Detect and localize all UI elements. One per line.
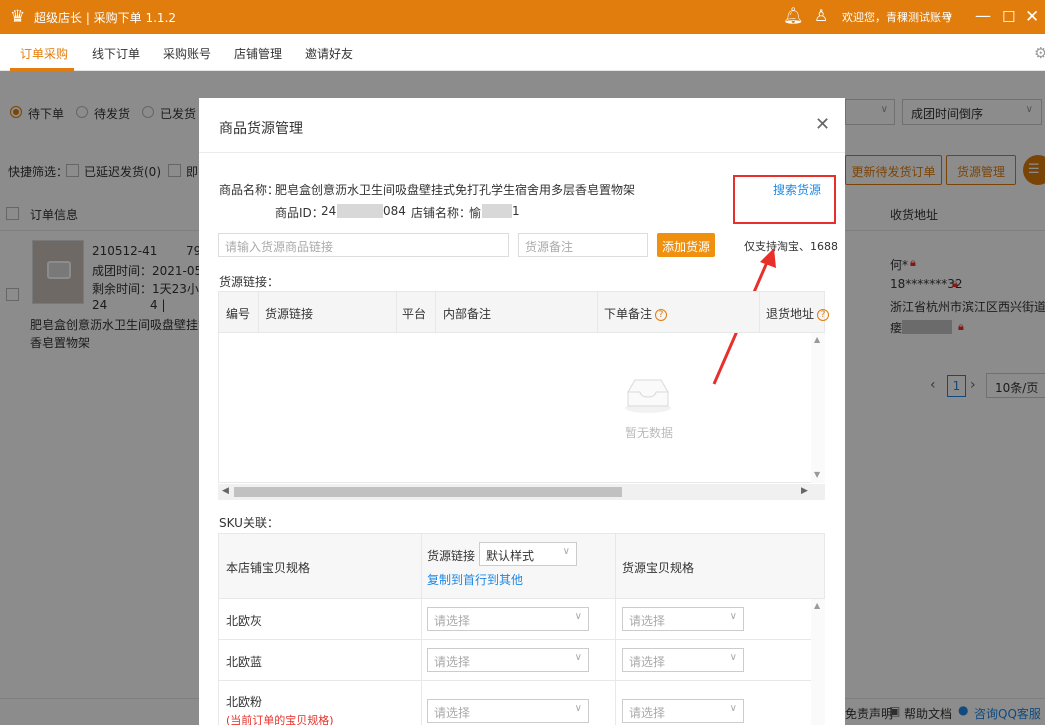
column-number: 编号 bbox=[226, 307, 251, 321]
help-icon[interactable]: ? bbox=[817, 308, 830, 321]
close-icon[interactable]: ✕ bbox=[815, 114, 830, 135]
source-note-input[interactable]: 货源备注 bbox=[518, 233, 648, 257]
redacted-block bbox=[482, 204, 512, 218]
column-return-address-label: 退货地址 bbox=[766, 307, 815, 321]
table-divider bbox=[258, 291, 259, 333]
sku-row-name: 北欧粉 bbox=[226, 695, 263, 709]
redacted-block bbox=[337, 204, 383, 218]
menu-purchase-accounts[interactable]: 采购账号 bbox=[163, 45, 211, 62]
source-links-label: 货源链接： bbox=[219, 275, 280, 289]
scroll-up-icon[interactable]: ▲ bbox=[814, 601, 820, 610]
chevron-down-icon: ∨ bbox=[729, 611, 737, 622]
select-placeholder: 请选择 bbox=[434, 706, 471, 720]
select-placeholder: 请选择 bbox=[629, 706, 666, 720]
table-divider bbox=[218, 639, 825, 640]
maximize-icon[interactable]: ☐ bbox=[1002, 8, 1015, 26]
chevron-down-icon: ∨ bbox=[574, 611, 582, 622]
empty-box-icon bbox=[625, 379, 671, 413]
shop-name-prefix: 愉 bbox=[469, 206, 482, 220]
title-bar: ♛ 超级店长 | 采购下单 1.1.2 🔔︎ ♙ 欢迎您，青稞测试账号 ∨ — … bbox=[0, 0, 1045, 34]
menu-order-purchase[interactable]: 订单采购 bbox=[20, 45, 68, 62]
select-placeholder: 请选择 bbox=[629, 655, 666, 669]
app-title: 超级店长 | 采购下单 1.1.2 bbox=[34, 11, 177, 25]
source-management-modal: 商品货源管理 ✕ 商品名称： 肥皂盒创意沥水卫生间吸盘壁挂式免打孔学生宿舍用多层… bbox=[199, 98, 845, 725]
default-style-select[interactable]: 默认样式 ∨ bbox=[479, 542, 577, 566]
column-sku-source-link: 货源链接 bbox=[427, 549, 476, 563]
sku-label: SKU关联： bbox=[219, 516, 279, 530]
chevron-down-icon: ∨ bbox=[729, 652, 737, 663]
table-divider bbox=[759, 291, 760, 333]
menu-shop-management[interactable]: 店铺管理 bbox=[234, 45, 282, 62]
chevron-down-icon: ∨ bbox=[562, 546, 570, 557]
scroll-down-icon[interactable]: ▼ bbox=[814, 470, 820, 479]
column-internal-note: 内部备注 bbox=[443, 307, 492, 321]
chevron-down-icon: ∨ bbox=[574, 703, 582, 714]
table-divider bbox=[435, 291, 436, 333]
copy-first-row-link[interactable]: 复制到首行到其他 bbox=[427, 571, 523, 588]
table-divider bbox=[396, 291, 397, 333]
current-spec-note: (当前订单的宝贝规格) bbox=[226, 714, 334, 725]
column-source-link: 货源链接 bbox=[265, 307, 314, 321]
select-placeholder: 请选择 bbox=[629, 614, 666, 628]
product-id-suffix: 084 bbox=[383, 204, 406, 218]
modal-header-divider bbox=[199, 152, 845, 153]
horizontal-scrollbar[interactable]: ◀ ▶ bbox=[218, 484, 825, 500]
sku-row-name: 北欧灰 bbox=[226, 614, 263, 628]
table-divider bbox=[218, 680, 825, 681]
search-source-link[interactable]: 搜索货源 bbox=[773, 181, 821, 198]
user-icon[interactable]: ♙ bbox=[814, 6, 828, 25]
source-link-input[interactable]: 请输入货源商品链接 bbox=[218, 233, 509, 257]
sku-source-spec-select[interactable]: 请选择 ∨ bbox=[622, 607, 744, 631]
minimize-icon[interactable]: — bbox=[975, 6, 991, 25]
settings-icon[interactable]: ⚙ bbox=[1034, 44, 1045, 62]
menu-invite-friends[interactable]: 邀请好友 bbox=[305, 45, 353, 62]
column-platform: 平台 bbox=[402, 307, 427, 321]
chevron-down-icon[interactable]: ∨ bbox=[945, 10, 953, 23]
shop-name-suffix: 1 bbox=[512, 204, 520, 218]
crown-icon: ♛ bbox=[10, 7, 26, 27]
shop-name-label: 店铺名称： bbox=[411, 206, 472, 220]
sku-source-spec-select[interactable]: 请选择 ∨ bbox=[622, 648, 744, 672]
column-return-address: 退货地址? bbox=[766, 305, 830, 322]
column-shop-spec: 本店铺宝贝规格 bbox=[226, 561, 311, 575]
sku-row-name: 北欧蓝 bbox=[226, 655, 263, 669]
help-icon[interactable]: ? bbox=[655, 308, 668, 321]
close-icon[interactable]: ✕ bbox=[1025, 7, 1039, 27]
sku-source-link-select[interactable]: 请选择 ∨ bbox=[427, 699, 589, 723]
scroll-right-icon[interactable]: ▶ bbox=[801, 486, 808, 496]
sku-source-spec-select[interactable]: 请选择 ∨ bbox=[622, 699, 744, 723]
product-id-prefix: 24 bbox=[321, 204, 337, 218]
empty-state-text: 暂无数据 bbox=[625, 426, 674, 440]
product-id-label: 商品ID： bbox=[275, 206, 324, 220]
scroll-left-icon[interactable]: ◀ bbox=[222, 486, 229, 496]
scroll-up-icon[interactable]: ▲ bbox=[814, 335, 820, 344]
source-table-body bbox=[218, 333, 825, 483]
sku-source-link-select[interactable]: 请选择 ∨ bbox=[427, 607, 589, 631]
product-name-label: 商品名称： bbox=[219, 183, 280, 197]
column-order-note: 下单备注? bbox=[604, 305, 668, 322]
product-name: 肥皂盒创意沥水卫生间吸盘壁挂式免打孔学生宿舍用多层香皂置物架 bbox=[275, 183, 636, 197]
sku-source-link-select[interactable]: 请选择 ∨ bbox=[427, 648, 589, 672]
main-menu: 订单采购 线下订单 采购账号 店铺管理 邀请好友 ⚙ bbox=[0, 34, 1045, 71]
welcome-text[interactable]: 欢迎您，青稞测试账号 bbox=[842, 9, 952, 25]
sku-vertical-scrollbar[interactable]: ▲ bbox=[811, 599, 825, 725]
vertical-scrollbar[interactable]: ▲ ▼ bbox=[811, 333, 825, 483]
modal-title: 商品货源管理 bbox=[219, 121, 303, 137]
bell-icon[interactable]: 🔔︎ bbox=[783, 6, 803, 25]
scrollbar-thumb[interactable] bbox=[234, 487, 622, 497]
column-source-spec: 货源宝贝规格 bbox=[622, 561, 695, 575]
column-order-note-label: 下单备注 bbox=[604, 307, 653, 321]
menu-offline-orders[interactable]: 线下订单 bbox=[92, 45, 140, 62]
select-placeholder: 请选择 bbox=[434, 614, 471, 628]
chevron-down-icon: ∨ bbox=[729, 703, 737, 714]
chevron-down-icon: ∨ bbox=[574, 652, 582, 663]
table-divider bbox=[597, 291, 598, 333]
select-placeholder: 请选择 bbox=[434, 655, 471, 669]
default-style-value: 默认样式 bbox=[486, 549, 535, 563]
